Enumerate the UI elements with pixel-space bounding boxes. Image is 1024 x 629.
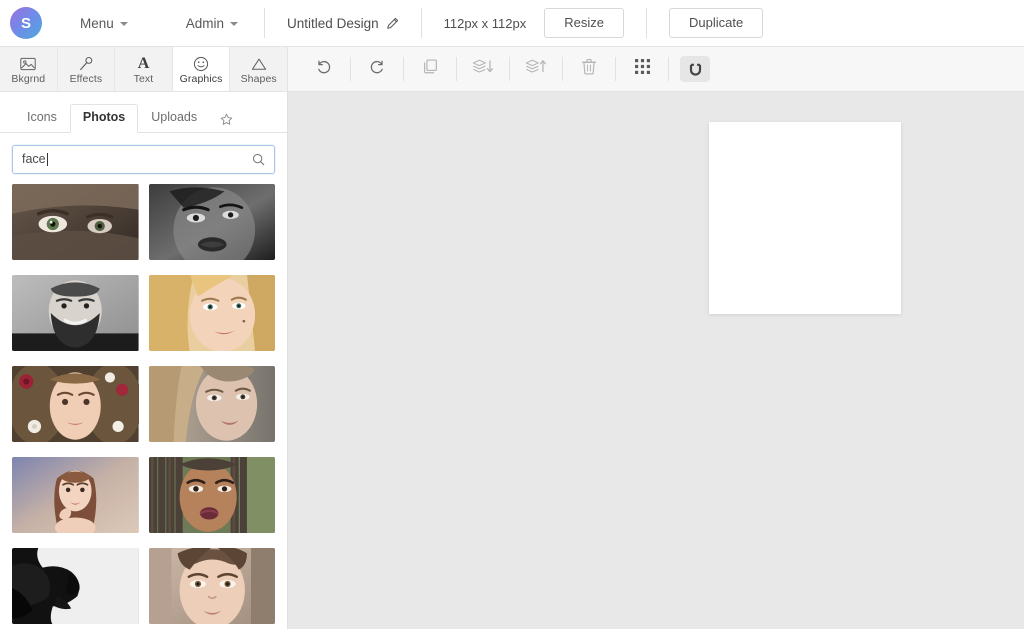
layer-up-icon (525, 58, 547, 80)
editor-body: Icons Photos Uploads face (0, 92, 1024, 629)
subtab-icons[interactable]: Icons (14, 104, 70, 133)
subtab-uploads[interactable]: Uploads (138, 104, 210, 133)
search-input-text: face (22, 153, 252, 166)
image-icon (20, 56, 36, 72)
tool-tab-graphics[interactable]: Graphics (172, 47, 231, 91)
divider (420, 8, 422, 38)
photo-thumbnail[interactable] (12, 457, 139, 533)
avatar[interactable]: S (10, 7, 42, 39)
photo-thumbnail[interactable] (12, 366, 139, 442)
divider (645, 8, 647, 38)
design-editor-app: S Menu Admin Untitled Design 112px x 112… (0, 0, 1024, 629)
divider (562, 57, 563, 81)
text-a-icon: A (137, 55, 150, 73)
canvas-toolbar (288, 47, 1024, 91)
photo-thumbnail[interactable] (148, 366, 275, 442)
divider (615, 57, 616, 81)
star-icon (220, 113, 233, 125)
divider (668, 57, 669, 81)
tool-tab-label: Shapes (240, 73, 277, 86)
snap-toggle-button[interactable] (671, 47, 719, 91)
trash-icon (581, 58, 597, 80)
top-bar: S Menu Admin Untitled Design 112px x 112… (0, 0, 1024, 47)
assets-panel: Icons Photos Uploads face (0, 92, 288, 629)
divider (264, 8, 266, 38)
layer-down-icon (472, 58, 494, 80)
undo-button[interactable] (300, 47, 348, 91)
tool-tab-label: Text (133, 73, 154, 86)
admin-dropdown[interactable]: Admin (182, 10, 242, 37)
redo-button[interactable] (353, 47, 401, 91)
send-backward-button[interactable] (459, 47, 507, 91)
magic-wand-icon (78, 56, 94, 72)
pencil-icon[interactable] (386, 17, 399, 30)
photo-thumbnail[interactable] (148, 457, 275, 533)
search-input-value: face (22, 152, 46, 167)
canvas-dimensions: 112px x 112px (443, 15, 527, 31)
photo-thumbnail[interactable] (12, 184, 139, 260)
grid-icon (634, 59, 650, 79)
search-wrapper: face (0, 133, 287, 184)
tool-tab-text[interactable]: A Text (115, 47, 173, 91)
chevron-down-icon (230, 22, 239, 26)
tool-tab-label: Bkgrnd (11, 73, 46, 86)
canvas-area[interactable] (288, 92, 1024, 629)
magnet-icon[interactable] (680, 56, 710, 82)
tool-tab-shapes[interactable]: Shapes (230, 47, 287, 91)
asset-subtabs: Icons Photos Uploads (0, 99, 287, 133)
document-title-text: Untitled Design (287, 15, 379, 31)
grid-button[interactable] (618, 47, 666, 91)
avatar-initial: S (20, 14, 31, 32)
duplicate-button[interactable]: Duplicate (668, 7, 764, 39)
favorites-tab[interactable] (210, 108, 241, 133)
divider (403, 57, 404, 81)
divider (350, 57, 351, 81)
artboard[interactable] (709, 122, 901, 314)
tool-row: Bkgrnd Effects A Text Graphics Shapes (0, 47, 1024, 92)
photo-thumbnail[interactable] (148, 184, 275, 260)
photo-results-grid (0, 184, 287, 629)
tool-tabs: Bkgrnd Effects A Text Graphics Shapes (0, 47, 288, 91)
triangle-icon (251, 56, 267, 72)
tool-tab-label: Effects (69, 73, 103, 86)
divider (509, 57, 510, 81)
photo-thumbnail[interactable] (12, 548, 139, 624)
photo-thumbnail[interactable] (148, 275, 275, 351)
photo-thumbnail[interactable] (12, 275, 139, 351)
document-title[interactable]: Untitled Design (287, 16, 399, 31)
tool-tab-effects[interactable]: Effects (57, 47, 116, 91)
admin-dropdown-label: Admin (185, 15, 225, 31)
copy-icon (422, 58, 439, 80)
menu-dropdown[interactable]: Menu (76, 10, 132, 37)
smiley-icon (193, 56, 209, 72)
divider (456, 57, 457, 81)
chevron-down-icon (119, 22, 128, 26)
top-menu-group: Menu Admin (76, 10, 242, 37)
duplicate-layer-button[interactable] (406, 47, 454, 91)
search-icon[interactable] (252, 153, 265, 166)
tool-tab-bkgrnd[interactable]: Bkgrnd (0, 47, 58, 91)
bring-forward-button[interactable] (512, 47, 560, 91)
subtab-photos[interactable]: Photos (69, 104, 139, 133)
undo-icon (315, 58, 333, 81)
search-input[interactable]: face (12, 145, 275, 174)
text-cursor (46, 153, 48, 166)
resize-button[interactable]: Resize (544, 7, 624, 39)
redo-icon (368, 58, 386, 81)
tool-tab-label: Graphics (179, 73, 223, 86)
photo-thumbnail[interactable] (148, 548, 275, 624)
menu-dropdown-label: Menu (80, 15, 114, 31)
delete-button[interactable] (565, 47, 613, 91)
